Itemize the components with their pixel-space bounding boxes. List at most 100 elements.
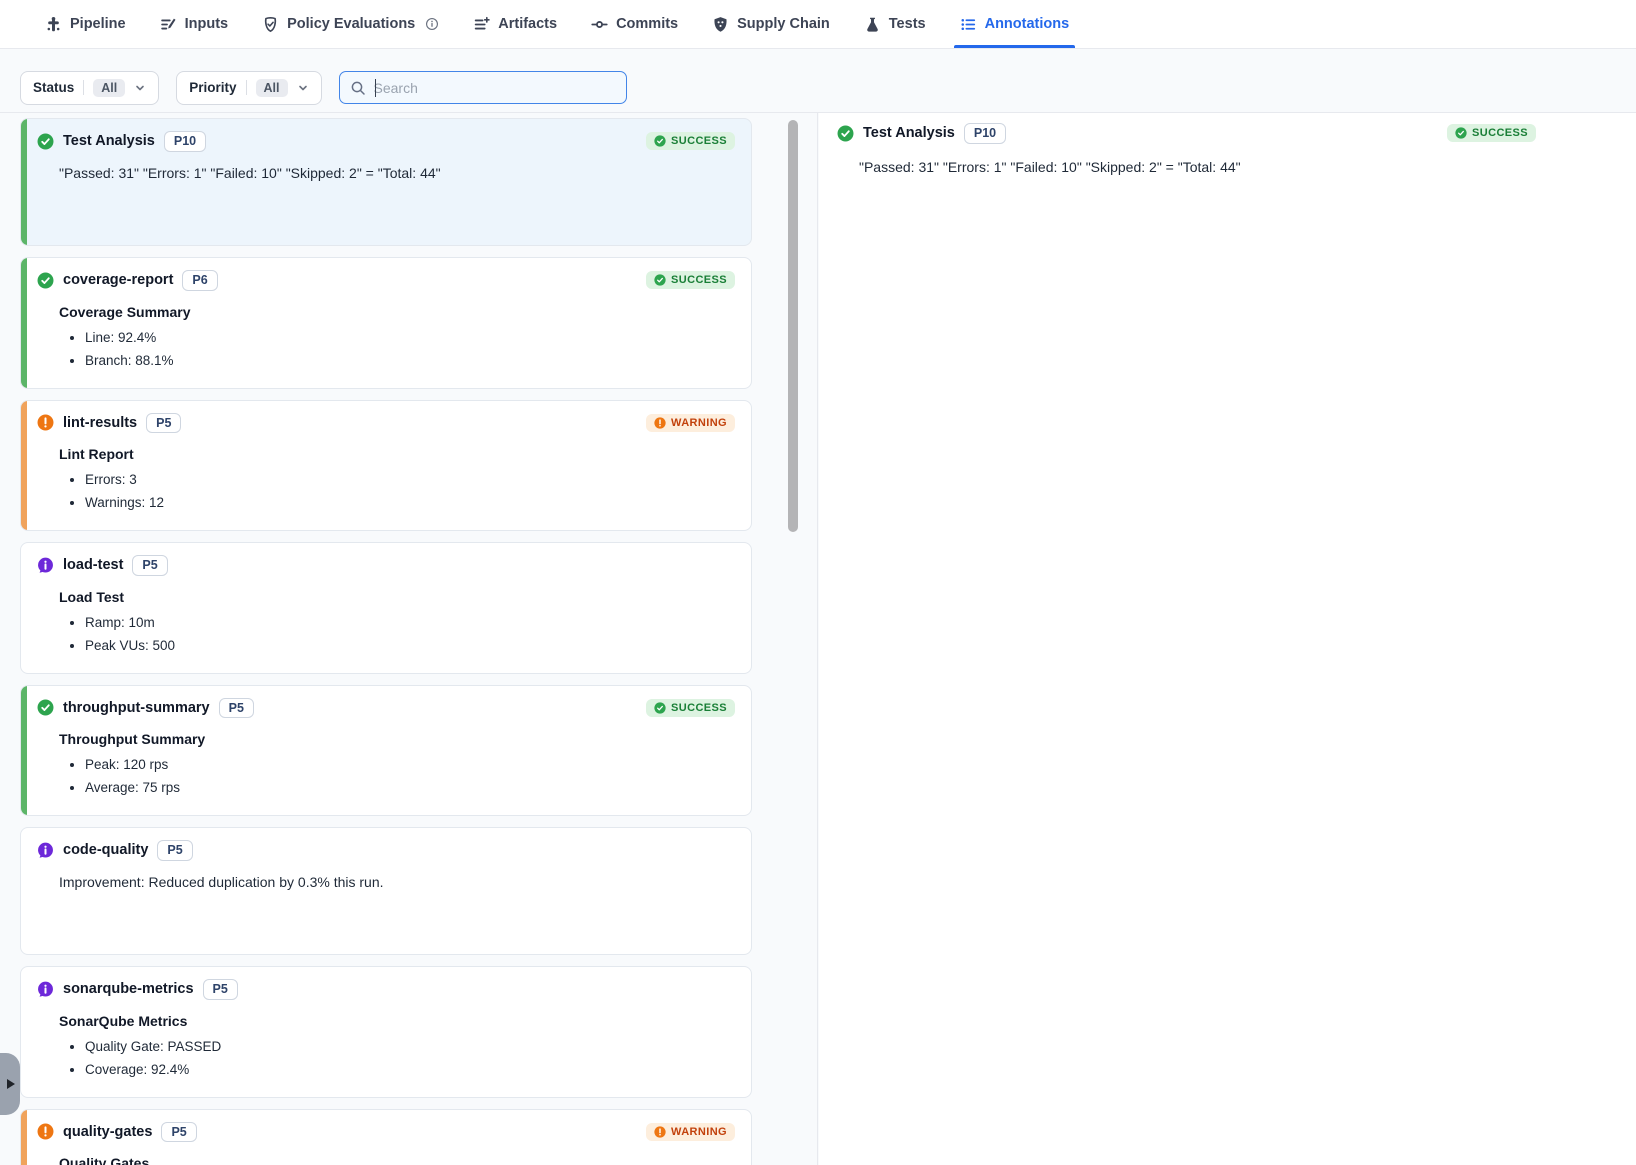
status-badge: SUCCESS xyxy=(646,271,735,289)
status-filter-label: Status xyxy=(33,80,74,95)
bullet-item: Line: 92.4% xyxy=(85,330,735,345)
expand-panel-handle[interactable] xyxy=(0,1053,20,1115)
annotation-body: Lint Report Errors: 3Warnings: 12 xyxy=(59,446,735,510)
annotation-heading: Lint Report xyxy=(59,446,735,462)
annotation-card-throughput-summary[interactable]: throughput-summaryP5SUCCESSThroughput Su… xyxy=(20,685,752,817)
inputs-icon xyxy=(160,16,177,33)
info-icon xyxy=(423,17,439,31)
success-icon xyxy=(654,702,666,714)
annotation-bullet-list: Errors: 3Warnings: 12 xyxy=(59,472,735,510)
priority-badge: P10 xyxy=(164,131,206,152)
detail-title: Test Analysis xyxy=(863,125,955,141)
info-icon xyxy=(37,557,54,574)
annotation-title: Test Analysis xyxy=(63,133,155,149)
tab-inputs[interactable]: Inputs xyxy=(160,0,229,48)
success-icon xyxy=(37,133,54,150)
divider xyxy=(83,80,84,95)
annotation-body: SonarQube Metrics Quality Gate: PASSED Cov… xyxy=(59,1013,735,1077)
priority-badge: P6 xyxy=(182,270,217,291)
tab-label: Tests xyxy=(889,16,926,32)
annotation-card-sonarqube-metrics[interactable]: sonarqube-metrics P5 SonarQube Metrics Qual… xyxy=(20,966,752,1098)
tab-pipeline[interactable]: Pipeline xyxy=(45,0,126,48)
annotation-title: coverage-report xyxy=(63,272,173,288)
status-badge-label: SUCCESS xyxy=(671,274,727,286)
bullet-item: Coverage: 92.4% xyxy=(85,1062,735,1077)
status-badge-label: WARNING xyxy=(671,1126,727,1138)
tab-annotations[interactable]: Annotations xyxy=(960,0,1070,48)
tab-commits[interactable]: Commits xyxy=(591,0,678,48)
priority-badge: P10 xyxy=(964,123,1006,144)
search-box xyxy=(339,71,627,104)
supply-chain-icon xyxy=(712,16,729,33)
warning-icon xyxy=(654,1126,666,1138)
tab-label: Policy Evaluations xyxy=(287,16,415,32)
tab-bar: Pipeline Inputs Policy Evaluations Artifact… xyxy=(0,0,1636,49)
status-filter-dropdown[interactable]: Status All xyxy=(20,71,159,105)
tab-label: Inputs xyxy=(185,16,229,32)
bullet-item: Branch: 88.1% xyxy=(85,353,735,368)
annotation-body: Quality Gates xyxy=(59,1155,735,1165)
annotation-card-load-test[interactable]: load-testP5Load TestRamp: 10mPeak VUs: 5… xyxy=(20,542,752,674)
tab-label: Commits xyxy=(616,16,678,32)
annotation-title: sonarqube-metrics xyxy=(63,981,194,997)
info-icon xyxy=(37,981,54,998)
tests-icon xyxy=(864,16,881,33)
divider xyxy=(246,80,247,95)
annotation-bullet-list: Ramp: 10mPeak VUs: 500 xyxy=(59,615,735,653)
info-icon xyxy=(37,842,54,859)
priority-filter-label: Priority xyxy=(189,80,236,95)
bullet-item: Quality Gate: PASSED xyxy=(85,1039,735,1054)
annotation-card-quality-gates[interactable]: quality-gatesP5WARNINGQuality Gates xyxy=(20,1109,752,1165)
annotation-body: Throughput SummaryPeak: 120 rpsAverage: … xyxy=(59,731,735,795)
policy-evaluations-icon xyxy=(262,16,279,33)
success-icon xyxy=(1455,127,1467,139)
annotation-card-lint-results[interactable]: lint-resultsP5WARNINGLint ReportErrors: … xyxy=(20,400,752,532)
annotation-body: Improvement: Reduced duplication by 0.3%… xyxy=(59,874,735,890)
annotation-title: code-quality xyxy=(63,842,148,858)
annotation-body: "Passed: 31" "Errors: 1" "Failed: 10" "S… xyxy=(59,165,735,181)
bullet-item: Peak: 120 rps xyxy=(85,757,735,772)
warning-icon xyxy=(654,417,666,429)
annotation-bullet-list: Line: 92.4% Branch: 88.1% xyxy=(59,330,735,368)
annotation-heading: SonarQube Metrics xyxy=(59,1013,735,1029)
status-badge: SUCCESS xyxy=(646,132,735,150)
annotation-body: Coverage SummaryLine: 92.4%Branch: 88.1% xyxy=(59,304,735,368)
search-icon xyxy=(350,80,366,96)
priority-badge: P5 xyxy=(132,555,167,576)
tab-tests[interactable]: Tests xyxy=(864,0,926,48)
annotation-body: Load TestRamp: 10mPeak VUs: 500 xyxy=(59,589,735,653)
status-badge-label: SUCCESS xyxy=(671,135,727,147)
bullet-item: Warnings: 12 xyxy=(85,495,735,510)
annotation-card-coverage-report[interactable]: coverage-reportP6SUCCESSCoverage Summary… xyxy=(20,257,752,389)
search-input[interactable] xyxy=(374,80,616,96)
annotation-detail-panel: Test Analysis P10 SUCCESS "Passed: 31" "… xyxy=(819,113,1636,1165)
warning-icon xyxy=(37,414,54,431)
bullet-item: Ramp: 10m xyxy=(85,615,735,630)
annotation-heading: Throughput Summary xyxy=(59,731,735,747)
priority-badge: P5 xyxy=(146,413,181,434)
tab-artifacts[interactable]: Artifacts xyxy=(473,0,557,48)
commits-icon xyxy=(591,16,608,33)
status-badge-label: SUCCESS xyxy=(671,702,727,714)
status-badge: WARNING xyxy=(646,1123,735,1141)
priority-filter-value: All xyxy=(256,79,288,97)
annotation-bullet-list: Quality Gate: PASSED Coverage: 92.4% xyxy=(59,1039,735,1077)
annotation-text: Improvement: Reduced duplication by 0.3%… xyxy=(59,874,735,890)
annotation-card-code-quality[interactable]: code-qualityP5Improvement: Reduced dupli… xyxy=(20,827,752,955)
list-scrollbar[interactable] xyxy=(786,113,800,1165)
annotation-title: throughput-summary xyxy=(63,700,210,716)
tab-policy-evaluations[interactable]: Policy Evaluations xyxy=(262,0,439,48)
status-badge-label: WARNING xyxy=(671,417,727,429)
filter-bar: Status All Priority All xyxy=(0,49,1636,111)
status-badge-label: SUCCESS xyxy=(1472,127,1528,139)
status-badge: WARNING xyxy=(646,414,735,432)
priority-badge: P5 xyxy=(203,979,238,1000)
priority-filter-dropdown[interactable]: Priority All xyxy=(176,71,321,105)
tabs-nav: Pipeline Inputs Policy Evaluations Artifact… xyxy=(45,0,1069,48)
annotation-card-test-analysis[interactable]: Test Analysis P10 SUCCESS "Passed: 31" "Err… xyxy=(20,118,752,246)
priority-badge: P5 xyxy=(161,1122,196,1143)
success-icon xyxy=(837,125,854,142)
scrollbar-thumb[interactable] xyxy=(788,120,798,532)
tab-supply-chain[interactable]: Supply Chain xyxy=(712,0,830,48)
annotation-cards: Test Analysis P10 SUCCESS "Passed: 31" "Err… xyxy=(20,118,817,1165)
